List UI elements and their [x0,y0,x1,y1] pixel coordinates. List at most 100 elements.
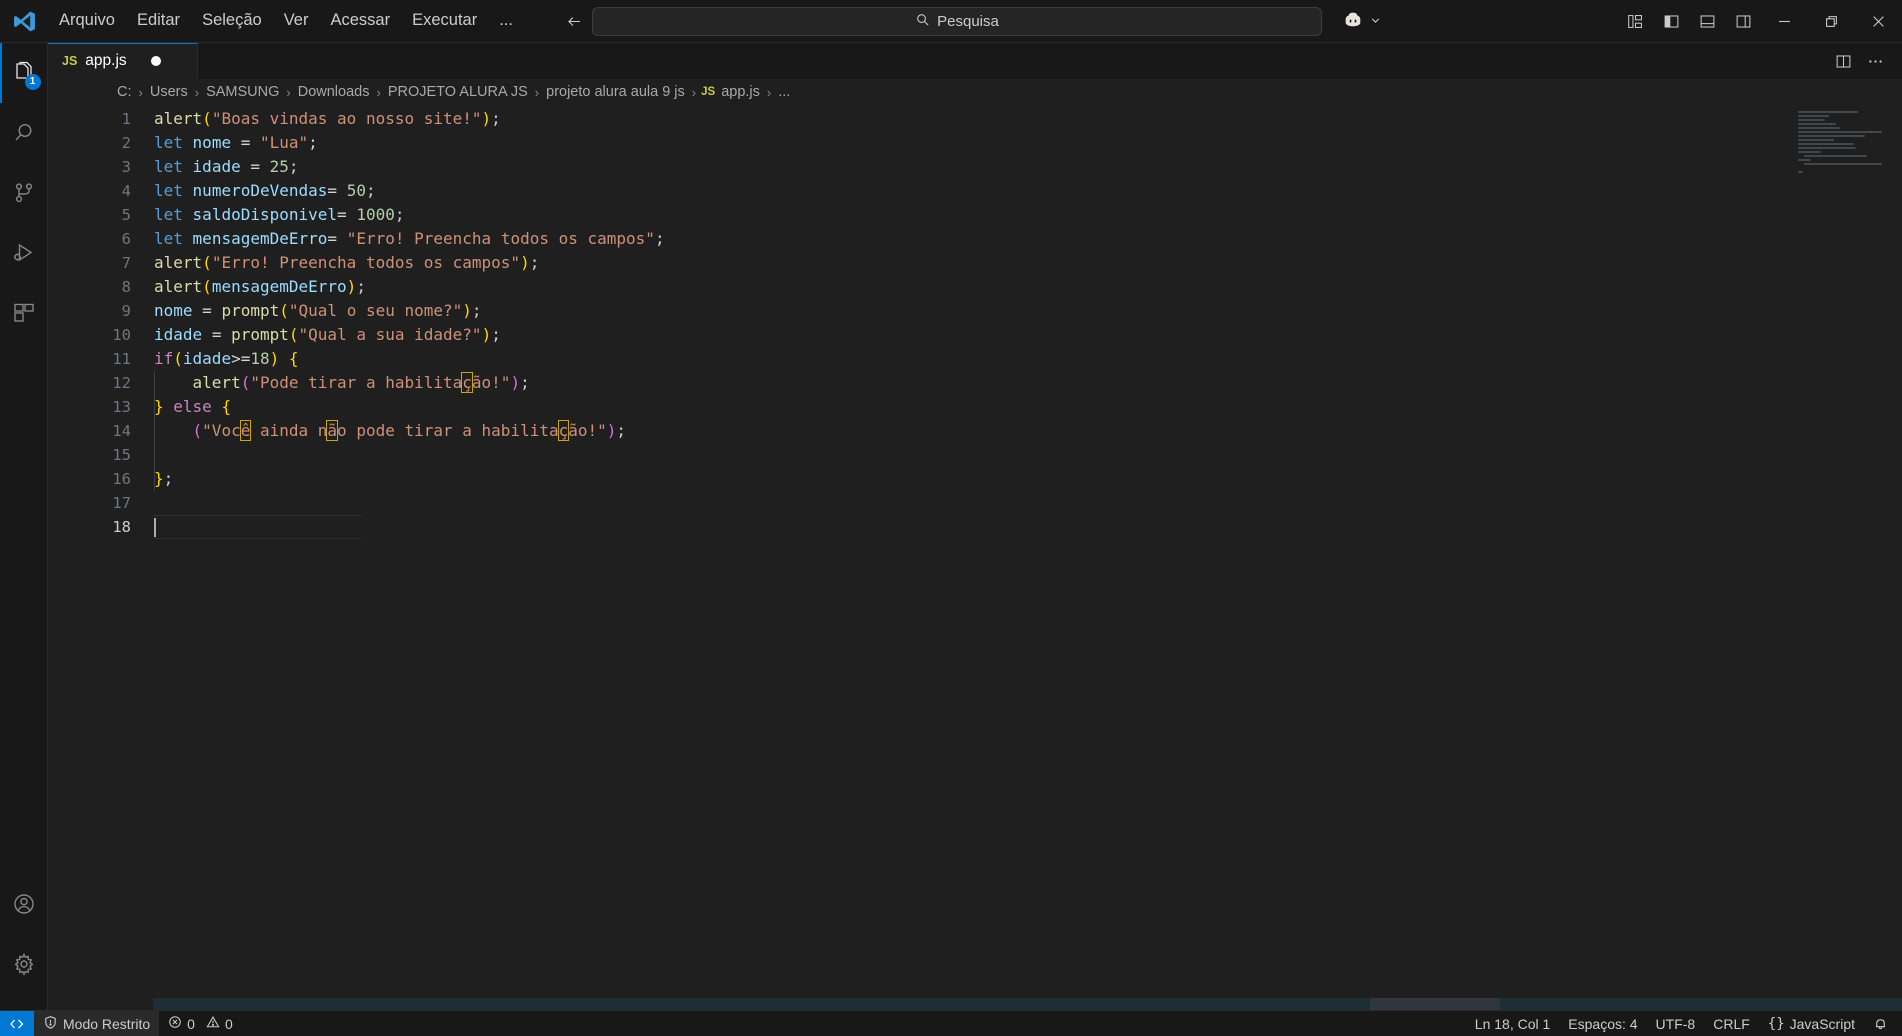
breadcrumb-separator: › [376,84,381,100]
copilot-button[interactable] [1342,9,1382,36]
toggle-panel-icon[interactable] [1689,0,1725,43]
breadcrumb-item-1[interactable]: Users [148,84,190,100]
toggle-primary-sidebar-icon[interactable] [1653,0,1689,43]
code-line-6[interactable]: let mensagemDeErro= "Erro! Preencha todo… [153,227,1902,251]
activity-search[interactable] [0,103,48,163]
error-icon [168,1015,182,1032]
menu-more[interactable]: ... [488,6,524,35]
code-line-9[interactable]: nome = prompt("Qual o seu nome?"); [153,299,1902,323]
menu-selecao[interactable]: Seleção [191,6,273,35]
code-line-16[interactable]: }; [153,467,1902,491]
code-line-2[interactable]: let nome = "Lua"; [153,131,1902,155]
breadcrumb-item-7[interactable]: ... [776,84,792,100]
editor-encoding-status[interactable]: UTF-8 [1647,1011,1705,1036]
code-line-18-active[interactable] [153,515,362,539]
vscode-window: Arquivo Editar Seleção Ver Acessar Execu… [0,0,1902,1036]
code-line-10[interactable]: idade = prompt("Qual a sua idade?"); [153,323,1902,347]
line-number: 10 [112,326,131,344]
breadcrumb-item-2[interactable]: SAMSUNG [204,84,281,100]
editor-horizontal-scrollbar-thumb[interactable] [1370,998,1500,1010]
code-editor[interactable]: 1 2 3 4 5 6 7 8 9 10 11 12 13 14 15 16 1 [48,105,1902,1010]
breadcrumb-item-5[interactable]: projeto alura aula 9 js [544,84,687,100]
minimap[interactable] [1798,111,1894,173]
breadcrumb-item-0[interactable]: C: [115,84,134,100]
editor-eol-status[interactable]: CRLF [1704,1011,1759,1036]
activity-source-control[interactable] [0,163,48,223]
code-line-8[interactable]: alert(mensagemDeErro); [153,275,1902,299]
code-line-3[interactable]: let idade = 25; [153,155,1902,179]
editor-indentation-status[interactable]: Espaços: 4 [1559,1011,1646,1036]
customize-layout-icon[interactable] [1617,0,1653,43]
activity-run-debug[interactable] [0,223,48,283]
braces-icon: {} [1767,1015,1785,1032]
editor-language-status[interactable]: {} JavaScript [1759,1011,1864,1036]
breadcrumb-item-6[interactable]: app.js [719,84,762,100]
line-number: 17 [112,494,131,512]
window-restore-button[interactable] [1808,0,1855,43]
activity-extensions[interactable] [0,283,48,343]
window-close-button[interactable] [1855,0,1902,43]
breadcrumb-separator: › [286,84,291,100]
workbench-body: 1 JS app.js C: › Users › SAMSUNG › Downl… [0,43,1902,1010]
activity-explorer[interactable]: 1 [0,43,48,103]
search-icon [915,12,930,31]
line-number-gutter: 1 2 3 4 5 6 7 8 9 10 11 12 13 14 15 16 1 [48,105,153,1010]
activity-manage[interactable] [0,934,48,994]
split-editor-right-button[interactable] [1828,43,1858,79]
restricted-mode-status[interactable]: Modo Restrito [34,1010,160,1036]
status-bar-right: Ln 18, Col 1 Espaços: 4 UTF-8 CRLF {} Ja… [1466,1011,1902,1036]
code-line-15[interactable] [153,443,1902,467]
code-line-1[interactable]: alert("Boas vindas ao nosso site!"); [153,107,1902,131]
window-minimize-button[interactable] [1761,0,1808,43]
line-number: 2 [121,134,131,152]
menu-executar[interactable]: Executar [401,6,488,35]
code-line-4[interactable]: let numeroDeVendas= 50; [153,179,1902,203]
menu-ver[interactable]: Ver [273,6,320,35]
code-line-7[interactable]: alert("Erro! Preencha todos os campos"); [153,251,1902,275]
breadcrumb-item-4[interactable]: PROJETO ALURA JS [386,84,530,100]
more-editor-actions-button[interactable] [1860,43,1890,79]
breadcrumb-separator: › [534,84,540,100]
code-lines[interactable]: alert("Boas vindas ao nosso site!"); let… [153,105,1902,1010]
line-number: 1 [121,110,131,128]
breadcrumb: C: › Users › SAMSUNG › Downloads › PROJE… [48,79,1902,105]
editor-horizontal-scrollbar-track[interactable] [153,998,1902,1010]
breadcrumb-separator: › [194,84,200,100]
problems-status[interactable]: 0 0 [159,1011,242,1036]
line-number-active: 18 [112,518,131,536]
back-arrow-icon[interactable] [564,10,586,32]
editor-actions [1828,43,1902,79]
breadcrumb-item-3[interactable]: Downloads [296,84,372,100]
code-line-5[interactable]: let saldoDisponivel= 1000; [153,203,1902,227]
line-number: 12 [112,374,131,392]
line-number: 16 [112,470,131,488]
code-line-14[interactable]: ("Você ainda não pode tirar a habilitaçã… [153,419,1902,443]
code-line-13[interactable]: } else { [153,395,1902,419]
text-cursor [154,518,156,537]
line-number: 4 [121,182,131,200]
restricted-mode-label: Modo Restrito [63,1015,151,1032]
menu-acessar[interactable]: Acessar [319,6,401,35]
error-count: 0 [187,1015,195,1032]
activity-account[interactable] [0,874,48,934]
breadcrumb-separator: › [691,84,697,100]
code-line-17[interactable] [153,491,1902,515]
line-number: 11 [112,350,131,368]
chevron-down-icon [1369,14,1382,32]
tab-app-js[interactable]: JS app.js [48,43,198,79]
editor-position-status[interactable]: Ln 18, Col 1 [1466,1011,1560,1036]
code-line-12[interactable]: alert("Pode tirar a habilitação!"); [153,371,1902,395]
line-number: 5 [121,206,131,224]
tab-bar-empty-space [198,43,1828,79]
menu-editar[interactable]: Editar [126,6,191,35]
toggle-secondary-sidebar-icon[interactable] [1725,0,1761,43]
remote-indicator[interactable] [0,1010,34,1036]
code-line-11[interactable]: if(idade>=18) { [153,347,1902,371]
notifications-bell[interactable] [1864,1011,1902,1036]
menu-arquivo[interactable]: Arquivo [48,6,126,35]
unsaved-indicator-dot[interactable] [150,56,161,66]
command-center[interactable]: Pesquisa [592,7,1322,36]
vscode-logo-icon [0,0,48,43]
javascript-file-icon: JS [62,54,78,68]
line-number: 6 [121,230,131,248]
